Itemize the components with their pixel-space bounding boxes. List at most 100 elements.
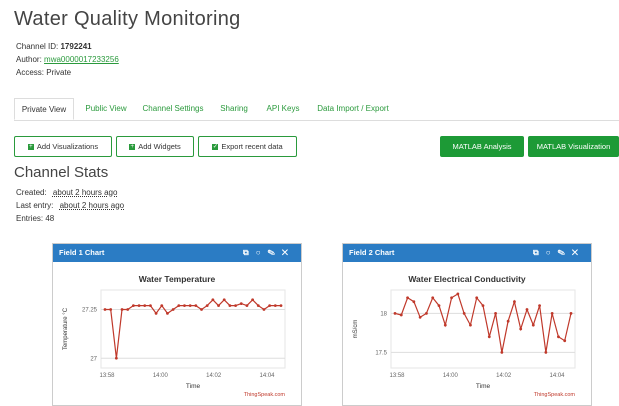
data-point xyxy=(200,308,203,311)
data-point xyxy=(131,304,135,307)
y-tick-label: 27 xyxy=(90,356,97,362)
data-point xyxy=(160,304,164,307)
x-tick-label: 14:00 xyxy=(443,373,459,379)
matlab-analysis-button[interactable]: MATLAB Analysis xyxy=(440,136,524,157)
tab-channel-settings[interactable]: Channel Settings xyxy=(138,98,208,120)
data-point xyxy=(262,308,266,311)
x-tick-label: 14:04 xyxy=(549,373,565,379)
data-point xyxy=(399,313,403,317)
y-axis-label: mS/cm xyxy=(353,320,359,339)
add-widgets-label: Add Widgets xyxy=(138,142,181,151)
panel-header: Field 2 Chart ⧉○✎✕ xyxy=(343,244,591,262)
data-point xyxy=(183,304,186,307)
tab-public-view[interactable]: Public View xyxy=(78,98,134,120)
export-recent-data-label: Export recent data xyxy=(221,142,283,151)
series-line xyxy=(394,292,572,353)
series-line xyxy=(105,298,281,359)
field-1-line-chart: Water Temperature 27.25 27 13:58 14:00 14:02 1… xyxy=(63,274,286,398)
data-point xyxy=(143,304,147,307)
data-point xyxy=(406,296,409,300)
tab-sharing[interactable]: Sharing xyxy=(213,98,255,120)
add-widgets-button[interactable]: + Add Widgets xyxy=(116,136,194,157)
open-external-icon[interactable]: ⧉ xyxy=(243,248,256,257)
data-point xyxy=(109,308,113,311)
edit-icon[interactable]: ✎ xyxy=(558,248,572,257)
created-label: Created: xyxy=(16,188,47,197)
data-point xyxy=(279,304,283,307)
chart-credit: ThingSpeak.com xyxy=(534,392,576,398)
field-2-line-chart: Water Electrical Conductivity 18 17.5 13:58… xyxy=(353,274,576,398)
data-point xyxy=(211,298,215,302)
matlab-visualization-button[interactable]: MATLAB Visualization xyxy=(528,136,619,157)
chart-credit: ThingSpeak.com xyxy=(244,392,286,398)
x-tick-label: 13:58 xyxy=(99,373,115,379)
open-external-icon[interactable]: ⧉ xyxy=(533,248,546,257)
data-point xyxy=(137,304,141,307)
page-title: Water Quality Monitoring xyxy=(14,8,241,30)
last-entry-value: about 2 hours ago xyxy=(59,201,125,210)
panel-actions: ⧉○✎✕ xyxy=(533,244,585,262)
author-label: Author: xyxy=(16,55,42,64)
data-point xyxy=(538,304,541,307)
data-point xyxy=(217,304,220,307)
x-axis-label: Time xyxy=(186,383,201,390)
y-axis-label: Temperature °C xyxy=(63,307,69,350)
data-point xyxy=(519,327,523,331)
y-tick-label: 18 xyxy=(380,311,387,317)
data-point xyxy=(569,312,573,315)
close-icon[interactable]: ✕ xyxy=(282,248,295,257)
data-point xyxy=(475,296,479,300)
data-point xyxy=(525,308,529,311)
data-point xyxy=(563,339,567,343)
data-point xyxy=(149,304,152,307)
data-point xyxy=(245,304,249,307)
y-tick-label: 17.5 xyxy=(375,350,387,356)
data-point xyxy=(469,323,472,327)
data-point xyxy=(126,308,130,311)
chart-title: Water Electrical Conductivity xyxy=(408,274,526,284)
channel-stats-heading: Channel Stats xyxy=(14,164,109,181)
close-icon[interactable]: ✕ xyxy=(572,248,585,257)
add-visualizations-button[interactable]: + Add Visualizations xyxy=(14,136,112,157)
comment-icon[interactable]: ○ xyxy=(546,248,558,257)
channel-tabs: Private View Public View Channel Setting… xyxy=(14,98,619,121)
data-point xyxy=(205,304,209,307)
data-point xyxy=(456,292,460,296)
tab-api-keys[interactable]: API Keys xyxy=(259,98,307,120)
data-point xyxy=(431,296,435,300)
data-point xyxy=(256,304,260,307)
plot-area xyxy=(390,289,576,369)
data-point xyxy=(194,304,198,307)
data-point xyxy=(222,298,226,302)
data-point xyxy=(443,323,447,327)
export-recent-data-button[interactable]: ✓ Export recent data xyxy=(198,136,297,157)
data-point xyxy=(166,312,169,315)
data-point xyxy=(550,312,554,315)
channel-id-value: 1792241 xyxy=(60,42,92,51)
data-point xyxy=(251,298,255,302)
field-1-chart-panel: Field 1 Chart ⧉○✎✕ Water Temperature 27.2… xyxy=(52,243,302,406)
data-point xyxy=(234,304,237,307)
data-point xyxy=(425,312,428,315)
data-point xyxy=(418,315,422,319)
stats-last-entry: Last entry: about 2 hours ago xyxy=(16,201,124,210)
data-point xyxy=(114,356,118,360)
x-axis-label: Time xyxy=(476,383,491,390)
x-tick-label: 14:02 xyxy=(206,373,222,379)
data-point xyxy=(450,296,453,300)
y-tick-label: 27.25 xyxy=(82,308,98,314)
edit-icon: ✓ xyxy=(212,143,219,150)
tab-data-import-export[interactable]: Data Import / Export xyxy=(311,98,395,120)
data-point xyxy=(171,308,175,311)
edit-icon[interactable]: ✎ xyxy=(268,248,282,257)
x-tick-label: 14:00 xyxy=(153,373,169,379)
plus-icon: + xyxy=(129,143,136,150)
data-point xyxy=(481,304,485,307)
data-point xyxy=(531,323,535,327)
x-tick-label: 14:02 xyxy=(496,373,512,379)
channel-id: Channel ID: 1792241 xyxy=(16,42,92,51)
author-link[interactable]: mwa0000017233256 xyxy=(44,55,119,64)
comment-icon[interactable]: ○ xyxy=(256,248,268,257)
tab-private-view[interactable]: Private View xyxy=(14,98,74,120)
data-point xyxy=(268,304,272,307)
